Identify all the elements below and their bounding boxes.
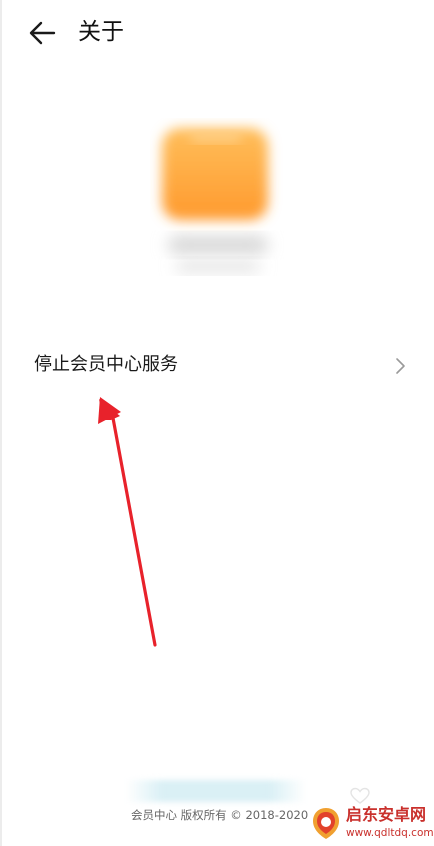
screen-edge [0, 0, 2, 846]
page-title: 关于 [78, 19, 124, 45]
blurred-footer-link [126, 780, 306, 802]
app-logo [162, 128, 268, 272]
stop-member-service-item[interactable]: 停止会员中心服务 [0, 338, 434, 394]
watermark-logo-icon [309, 806, 343, 840]
watermark-url: www.qdltdq.com [346, 827, 434, 839]
chevron-right-icon [396, 358, 405, 374]
copyright-text: 会员中心 版权所有 © 2018-2020 [131, 808, 309, 822]
watermark: 启东安卓网 www.qdltdq.com [304, 802, 434, 844]
back-button[interactable] [26, 16, 60, 50]
arrow-left-icon [29, 21, 56, 45]
menu-item-label: 停止会员中心服务 [34, 354, 178, 375]
watermark-name: 启东安卓网 [346, 805, 427, 824]
top-app-bar: 关于 [0, 0, 434, 64]
